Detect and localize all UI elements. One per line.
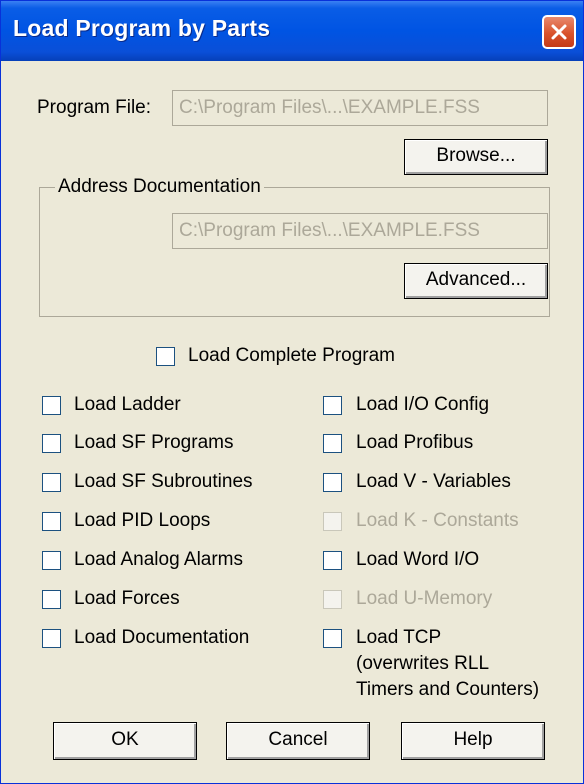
load-k-constants-label: Load K - Constants xyxy=(356,510,519,531)
load-pid-loops-label[interactable]: Load PID Loops xyxy=(74,510,210,532)
load-ladder-label[interactable]: Load Ladder xyxy=(74,394,181,416)
program-file-input[interactable] xyxy=(173,91,547,125)
advanced-button-label: Advanced... xyxy=(425,269,527,290)
load-tcp-note-line1: (overwrites RLL xyxy=(356,653,490,674)
load-io-config-label[interactable]: Load I/O Config xyxy=(356,394,489,416)
load-u-memory-label: Load U-Memory xyxy=(356,588,493,609)
load-analog-alarms-checkbox[interactable] xyxy=(42,551,61,570)
close-icon xyxy=(551,24,567,40)
load-sf-subroutines-label[interactable]: Load SF Subroutines xyxy=(74,471,253,493)
load-documentation-checkbox[interactable] xyxy=(42,629,61,648)
load-u-memory-checkbox xyxy=(323,590,342,609)
address-doc-input[interactable] xyxy=(173,214,547,248)
help-button[interactable]: Help xyxy=(401,722,545,760)
browse-button-label: Browse... xyxy=(436,145,516,166)
load-analog-alarms-label[interactable]: Load Analog Alarms xyxy=(74,549,243,571)
advanced-button[interactable]: Advanced... xyxy=(404,263,548,299)
load-profibus-label[interactable]: Load Profibus xyxy=(356,432,473,454)
window-title: Load Program by Parts xyxy=(13,15,271,41)
cancel-button[interactable]: Cancel xyxy=(226,722,370,760)
load-tcp-note-line2: Timers and Counters) xyxy=(356,679,540,700)
program-file-label: Program File: xyxy=(37,97,152,118)
browse-button[interactable]: Browse... xyxy=(404,139,548,175)
load-pid-loops-checkbox[interactable] xyxy=(42,512,61,531)
load-tcp-label[interactable]: Load TCP xyxy=(356,627,441,649)
load-v-variables-label[interactable]: Load V - Variables xyxy=(356,471,511,493)
address-documentation-legend: Address Documentation xyxy=(55,176,264,198)
load-documentation-label[interactable]: Load Documentation xyxy=(74,627,249,649)
load-profibus-checkbox[interactable] xyxy=(323,434,342,453)
load-program-dialog: Load Program by Parts Program File: Brow… xyxy=(0,0,584,784)
address-doc-field[interactable] xyxy=(172,213,548,249)
load-tcp-checkbox[interactable] xyxy=(323,629,342,648)
load-io-config-checkbox[interactable] xyxy=(323,396,342,415)
load-word-io-label[interactable]: Load Word I/O xyxy=(356,549,479,571)
load-v-variables-checkbox[interactable] xyxy=(323,473,342,492)
cancel-button-label: Cancel xyxy=(268,729,328,750)
load-ladder-checkbox[interactable] xyxy=(42,396,61,415)
load-word-io-checkbox[interactable] xyxy=(323,551,342,570)
load-complete-program-label[interactable]: Load Complete Program xyxy=(188,345,395,367)
load-complete-program-checkbox[interactable] xyxy=(156,347,175,366)
help-button-label: Help xyxy=(453,729,493,750)
load-sf-subroutines-checkbox[interactable] xyxy=(42,473,61,492)
title-bar[interactable]: Load Program by Parts xyxy=(1,1,583,61)
load-forces-checkbox[interactable] xyxy=(42,590,61,609)
close-button[interactable] xyxy=(542,15,576,49)
ok-button-label: OK xyxy=(111,729,139,750)
load-sf-programs-label[interactable]: Load SF Programs xyxy=(74,432,233,454)
load-k-constants-checkbox xyxy=(323,512,342,531)
ok-button[interactable]: OK xyxy=(53,722,197,760)
program-file-field[interactable] xyxy=(172,90,548,126)
load-sf-programs-checkbox[interactable] xyxy=(42,434,61,453)
load-forces-label[interactable]: Load Forces xyxy=(74,588,180,610)
